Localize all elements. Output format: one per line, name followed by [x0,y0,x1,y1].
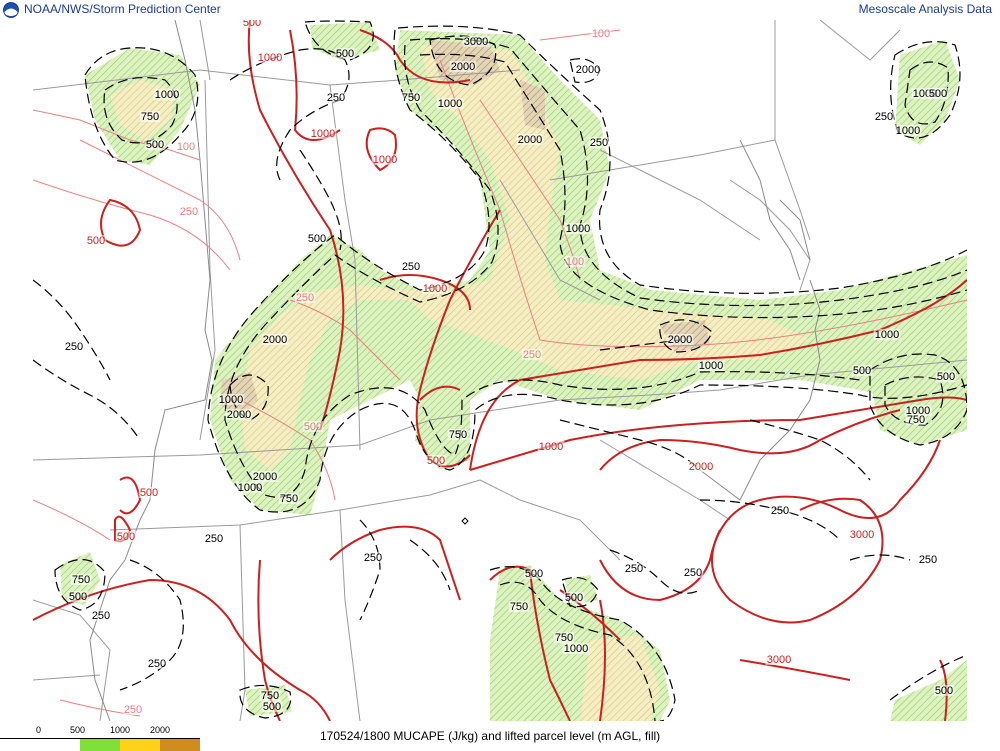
lpl-contour-label: 500 [243,20,261,29]
cape-contour-label: 500 [525,568,543,580]
header-title-left: NOAA/NWS/Storm Prediction Center [24,2,221,16]
cape-contour-label: 500 [937,371,955,383]
cape-contour-label: 1000 [155,89,179,101]
colorbar-swatch [120,738,160,751]
cape-contour-label: 250 [327,92,345,104]
cape-contour-label: 250 [402,261,420,273]
header-title-right: Mesoscale Analysis Data [858,2,992,16]
lpl-contour-label-light: 250 [296,292,314,304]
lpl-contour-label-light: 250 [523,349,541,361]
cape-contour-label: 2000 [451,61,475,73]
cape-contour-label: 1000 [566,223,590,235]
cape-contour-label: 2000 [576,64,600,76]
mucape-map: 500 3000 2000 2000 1000 750 500 250 750 1000 2000 2… [33,20,967,721]
cape-contour-label: 1000 [875,329,899,341]
colorbar-swatch [160,738,200,751]
cape-contour-label: 250 [65,341,83,353]
cape-contour-label: 250 [590,137,608,149]
lpl-contour-label-light: 500 [304,421,322,433]
cape-contour-label: 1000 [238,482,262,494]
cape-contour-label: 1000 [896,125,920,137]
header-bar: NOAA/NWS/Storm Prediction Center Mesosca… [0,0,1000,20]
cape-contour-label: 500 [853,365,871,377]
cape-contour-label: 2000 [227,409,251,421]
colorbar-tick-label: 500 [70,725,86,735]
cape-contour-label: 750 [141,111,159,123]
lpl-contour-label: 1000 [258,52,282,64]
lpl-contour-label: 1000 [539,441,563,453]
lpl-contour-label: 500 [117,531,135,543]
cape-contour-label: 2000 [518,134,542,146]
map-caption: 170524/1800 MUCAPE (J/kg) and lifted par… [320,729,661,743]
lpl-contour-label-light: 100 [177,141,195,153]
cape-contour-label: 750 [449,429,467,441]
cape-contour-label: 250 [919,554,937,566]
colorbar-tick-label: 1000 [110,725,131,735]
cape-contour-label: 500 [146,139,164,151]
lpl-contour-label-light: 100 [592,28,610,40]
cape-contour-label: 750 [72,574,90,586]
cape-contour-label: 250 [364,552,382,564]
cape-contour-label: 1000 [564,643,588,655]
lpl-contour-label: 1000 [373,154,397,166]
lpl-contour-label-light: 100 [566,256,584,268]
cape-contour-label: 750 [280,493,298,505]
cape-contour-label: 250 [92,610,110,622]
cape-contour-label: 250 [771,505,789,517]
cape-contour-label: 750 [402,92,420,104]
footer-bar: 170524/1800 MUCAPE (J/kg) and lifted par… [0,721,1000,751]
lpl-contour-label: 500 [140,487,158,499]
cape-contour-label: 500 [935,685,953,697]
colorbar-swatch [40,738,80,751]
lpl-contour-label: 2000 [689,461,713,473]
cape-contour-label: 500 [929,88,947,100]
noaa-logo-icon [3,2,19,18]
lpl-contour-label-light: 250 [124,704,142,716]
cape-contour-label: 750 [907,414,925,426]
cape-contour-label: 1000 [699,360,723,372]
lpl-contour-label: 3000 [767,654,791,666]
cape-contour-label: 750 [510,601,528,613]
lpl-contour-label: 500 [87,235,105,247]
colorbar-tick-label: 0 [36,725,42,735]
cape-contour-label: 1000 [219,394,243,406]
cape-contour-label: 500 [263,701,281,713]
colorbar-swatch [80,738,120,751]
cape-contour-label: 250 [148,658,166,670]
cape-contour-label: 500 [565,592,583,604]
lpl-contour-label: 3000 [850,529,874,541]
lpl-contour-label-light: 250 [180,206,198,218]
cape-contour-label: 2000 [263,334,287,346]
cape-contour-label: 500 [69,591,87,603]
colorbar-swatch [0,738,40,751]
cape-contour-label: 250 [875,111,893,123]
lpl-contour-label: 1000 [311,128,335,140]
cape-contour-label: 2000 [668,334,692,346]
cape-contour-label: 250 [205,533,223,545]
cape-contour-label: 500 [308,233,326,245]
lpl-contour-label: 1000 [423,283,447,295]
cape-contour-label: 250 [684,567,702,579]
cape-contour-label: 1000 [438,98,462,110]
cape-contour-label: 250 [625,563,643,575]
colorbar-tick-label: 2000 [150,725,171,735]
cape-contour-label: 3000 [464,36,488,48]
cape-contour-label: 500 [336,48,354,60]
lpl-contour-label: 500 [427,455,445,467]
